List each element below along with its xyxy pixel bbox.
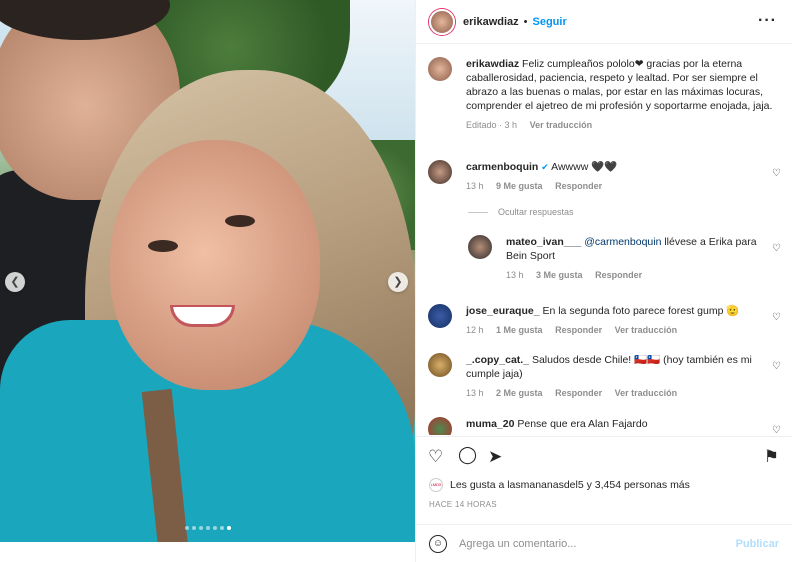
post-header: erikawdiaz • Seguir ··· bbox=[416, 0, 792, 44]
carousel-dot bbox=[185, 526, 189, 530]
likes-summary[interactable]: LMD5 Les gusta a lasmananasdel5 y 3,454 … bbox=[429, 478, 690, 492]
chevron-left-icon: ❮ bbox=[10, 276, 20, 288]
comment-likes[interactable]: 2 Me gusta bbox=[496, 388, 543, 398]
carousel-dots bbox=[185, 526, 231, 530]
like-comment-heart-icon[interactable]: ♡ bbox=[772, 168, 781, 179]
comment-time: 13 h bbox=[466, 388, 484, 398]
carousel-next-button[interactable]: ❯ bbox=[388, 272, 408, 292]
carousel-prev-button[interactable]: ❮ bbox=[5, 272, 25, 292]
author-username[interactable]: erikawdiaz bbox=[463, 16, 519, 28]
comment-text: Awwww 🖤🖤 bbox=[551, 161, 618, 173]
post-timestamp: HACE 14 HORAS bbox=[429, 500, 497, 509]
bookmark-icon[interactable]: ⚑ bbox=[764, 447, 779, 467]
carousel-dot bbox=[227, 526, 231, 530]
hide-replies-button[interactable]: Ocultar respuestas bbox=[468, 207, 574, 217]
hide-replies-line bbox=[468, 211, 488, 213]
chevron-right-icon: ❯ bbox=[393, 276, 403, 288]
comment-reply-button[interactable]: Responder bbox=[555, 181, 602, 191]
reply-mention[interactable]: @carmenboquin bbox=[584, 236, 661, 248]
commenter-avatar[interactable] bbox=[428, 160, 452, 184]
like-comment-heart-icon[interactable]: ♡ bbox=[772, 312, 781, 323]
comment-input[interactable] bbox=[459, 537, 719, 550]
comment-username[interactable]: jose_euraque_ bbox=[466, 305, 540, 317]
photo-woman-face bbox=[110, 140, 320, 390]
emoji-icon[interactable]: ☺ bbox=[429, 534, 447, 553]
photo-bottom-spacer bbox=[0, 542, 415, 562]
carousel-dot bbox=[220, 526, 224, 530]
caption-edited: Editado · 3 h bbox=[466, 120, 518, 130]
author-avatar[interactable] bbox=[429, 8, 455, 35]
caption-text-block: erikawdiaz Feliz cumpleaños pololo❤ grac… bbox=[466, 57, 777, 113]
verified-badge-icon: ✔ bbox=[541, 162, 549, 172]
publish-button[interactable]: Publicar bbox=[736, 538, 779, 550]
caption-avatar[interactable] bbox=[428, 57, 452, 81]
share-icon[interactable]: ➤ bbox=[488, 447, 502, 467]
comment-username[interactable]: _.copy_cat._ bbox=[466, 354, 529, 366]
heart-icon[interactable]: ♡ bbox=[428, 447, 443, 467]
comment-likes[interactable]: 9 Me gusta bbox=[496, 181, 543, 191]
caption-username[interactable]: erikawdiaz bbox=[466, 58, 519, 70]
carousel-dot bbox=[213, 526, 217, 530]
reply-username[interactable]: mateo_ivan___ bbox=[506, 236, 581, 248]
comment-text: En la segunda foto parece forest gump 🫡 bbox=[542, 305, 740, 317]
add-comment-bar: ☺ Publicar bbox=[416, 524, 792, 562]
reply-reply-button[interactable]: Responder bbox=[595, 270, 642, 280]
comment-icon[interactable]: ◯ bbox=[458, 445, 477, 465]
commenter-avatar[interactable] bbox=[428, 353, 452, 377]
like-comment-heart-icon[interactable]: ♡ bbox=[772, 425, 781, 435]
follow-button[interactable]: Seguir bbox=[533, 16, 567, 28]
comment-translate-button[interactable]: Ver traducción bbox=[615, 388, 678, 398]
photo-eye-right bbox=[225, 215, 255, 227]
header-separator: • bbox=[523, 15, 528, 28]
hide-replies-label: Ocultar respuestas bbox=[498, 207, 574, 217]
reply-likes[interactable]: 3 Me gusta bbox=[536, 270, 583, 280]
post-photo: ❮ ❯ bbox=[0, 0, 415, 542]
more-options-icon[interactable]: ··· bbox=[758, 12, 777, 30]
post-actions-bar: ♡ ◯ ➤ ⚑ bbox=[416, 436, 792, 474]
comment-time: 13 h bbox=[466, 181, 484, 191]
photo-eye-left bbox=[148, 240, 178, 252]
comment-username[interactable]: muma_20 bbox=[466, 418, 514, 430]
caption-translate-button[interactable]: Ver traducción bbox=[530, 120, 593, 130]
commenter-avatar[interactable] bbox=[428, 417, 452, 435]
like-comment-heart-icon[interactable]: ♡ bbox=[772, 361, 781, 372]
comment-translate-button[interactable]: Ver traducción bbox=[615, 325, 678, 335]
comments-list[interactable]: erikawdiaz Feliz cumpleaños pololo❤ grac… bbox=[416, 45, 792, 435]
comment-reply-button[interactable]: Responder bbox=[555, 388, 602, 398]
reply-avatar[interactable] bbox=[468, 235, 492, 259]
comment-username[interactable]: carmenboquin bbox=[466, 161, 538, 173]
carousel-dot bbox=[199, 526, 203, 530]
carousel-dot bbox=[206, 526, 210, 530]
instagram-post-modal: ❮ ❯ erikawdiaz • Seguir ··· erikawdiaz F… bbox=[0, 0, 792, 562]
carousel-dot bbox=[192, 526, 196, 530]
comment-reply-button[interactable]: Responder bbox=[555, 325, 602, 335]
reply-time: 13 h bbox=[506, 270, 524, 280]
liker-avatar[interactable]: LMD5 bbox=[429, 478, 443, 492]
post-sidebar: erikawdiaz • Seguir ··· erikawdiaz Feliz… bbox=[415, 0, 792, 562]
comment-likes[interactable]: 1 Me gusta bbox=[496, 325, 543, 335]
likes-text: Les gusta a lasmananasdel5 y 3,454 perso… bbox=[450, 479, 690, 491]
comment-text: Pense que era Alan Fajardo bbox=[517, 418, 648, 430]
comment-time: 12 h bbox=[466, 325, 484, 335]
commenter-avatar[interactable] bbox=[428, 304, 452, 328]
like-reply-heart-icon[interactable]: ♡ bbox=[772, 243, 781, 254]
